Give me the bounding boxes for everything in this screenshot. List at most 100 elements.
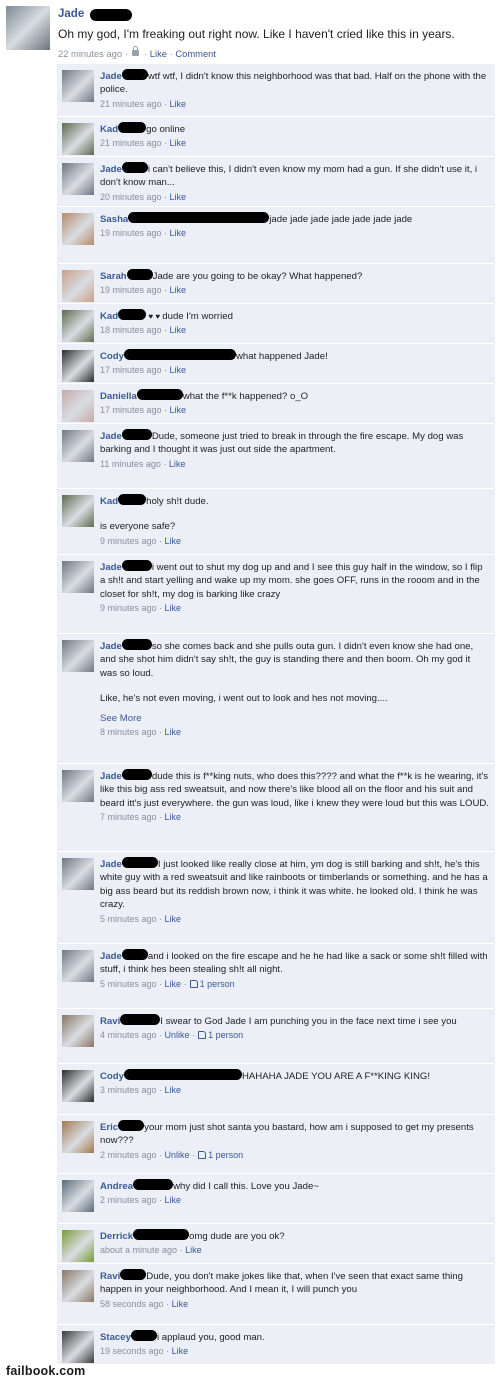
comment-author-name[interactable]: Stacey [100, 1332, 131, 1343]
avatar[interactable] [62, 770, 94, 802]
like-link[interactable]: Like [185, 1245, 202, 1255]
avatar[interactable] [62, 1270, 94, 1302]
comment-author-name[interactable]: Cody [100, 1071, 124, 1082]
like-link[interactable]: Like [170, 99, 187, 109]
comment-author-name[interactable]: Kad [100, 496, 118, 507]
comment-author-name[interactable]: Sarah [100, 271, 127, 282]
like-link[interactable]: Like [172, 1299, 189, 1309]
like-link[interactable]: Like [170, 405, 187, 415]
avatar[interactable] [6, 6, 50, 50]
comment-timestamp: 8 minutes ago [100, 727, 157, 738]
like-link[interactable]: Like [165, 536, 182, 546]
avatar[interactable] [62, 1121, 94, 1153]
comment-timestamp: 21 minutes ago [100, 138, 162, 149]
comment: Ravi I swear to God Jade I am punching yo… [57, 1008, 495, 1063]
see-more-link[interactable]: See More [100, 712, 490, 725]
comment-link[interactable]: Comment [175, 48, 216, 59]
comment-author-name[interactable]: Jade [100, 562, 122, 573]
avatar[interactable] [62, 213, 94, 245]
comment-body: Jade Dude, someone just tried to break in… [100, 429, 490, 471]
comment-author-name[interactable]: Jade [100, 859, 122, 870]
redaction-bar [121, 560, 152, 571]
post-meta: 22 minutes ago · · Like · Comment [58, 46, 216, 59]
like-link[interactable]: Like [170, 285, 187, 295]
comment: Eric your mom just shot santa you bastard… [57, 1114, 495, 1173]
comment-timestamp: 9 minutes ago [100, 603, 157, 614]
comment-body: Ravi I swear to God Jade I am punching yo… [100, 1014, 490, 1043]
avatar[interactable] [62, 70, 94, 102]
comment-text: go online [146, 124, 186, 135]
avatar[interactable] [62, 390, 94, 422]
like-link[interactable]: Like [172, 1346, 189, 1356]
privacy-lock-icon[interactable] [132, 46, 140, 56]
comment-author-name[interactable]: Jade [100, 951, 122, 962]
like-link[interactable]: Like [165, 727, 182, 737]
comment-author-name[interactable]: Daniella [100, 391, 137, 402]
comment-author-name[interactable]: Jade [100, 431, 122, 442]
like-link[interactable]: Like [170, 365, 187, 375]
avatar[interactable] [62, 858, 94, 890]
like-link[interactable]: Like [170, 192, 187, 202]
avatar[interactable] [62, 123, 94, 155]
like-link[interactable]: Like [170, 138, 187, 148]
like-link[interactable]: Like [170, 325, 187, 335]
comment: Jade dude this is f**king nuts, who does … [57, 763, 495, 851]
comment-text: i can't believe this, I didn't even know… [100, 164, 478, 189]
avatar[interactable] [62, 1230, 94, 1262]
like-link[interactable]: Like [150, 48, 167, 59]
comment-text: HAHAHA JADE YOU ARE A F**KING KING! [241, 1071, 431, 1082]
like-link[interactable]: Like [165, 914, 182, 924]
avatar[interactable] [62, 495, 94, 527]
comment: Sarah Jade are you going to be okay? What… [57, 263, 495, 303]
like-link[interactable]: Like [165, 1195, 182, 1205]
like-link[interactable]: Like [165, 979, 182, 989]
footer: failbook.com [0, 1364, 500, 1379]
like-count-link[interactable]: 1 person [200, 979, 235, 989]
like-link[interactable]: Like [170, 228, 187, 238]
comment-author-name[interactable]: Jade [100, 641, 122, 652]
avatar[interactable] [62, 640, 94, 672]
like-count-link[interactable]: 1 person [208, 1150, 243, 1160]
like-link[interactable]: Like [169, 459, 186, 469]
like-link[interactable]: Unlike [165, 1030, 190, 1040]
comment: Jade wtf wtf, I didn't know this neighbor… [57, 63, 495, 116]
like-count-link[interactable]: 1 person [208, 1030, 243, 1040]
comment-meta: 5 minutes ago · Like · 1 person [100, 978, 235, 989]
comment-author-name[interactable]: Jade [100, 771, 122, 782]
comment-author-name[interactable]: Sasha [100, 214, 128, 225]
comment-author-name[interactable]: Kad [100, 311, 118, 322]
avatar[interactable] [62, 1180, 94, 1212]
avatar[interactable] [62, 350, 94, 382]
comment-author-name[interactable]: Cody [100, 351, 124, 362]
comment-author-name[interactable]: Andrea [100, 1181, 133, 1192]
comment-author-name[interactable]: Eric [100, 1122, 118, 1133]
like-link[interactable]: Unlike [165, 1150, 190, 1160]
comment-author-name[interactable]: Ravi [100, 1271, 120, 1282]
avatar[interactable] [62, 163, 94, 195]
comment-author-name[interactable]: Derrick [100, 1231, 133, 1242]
like-link[interactable]: Like [165, 812, 182, 822]
avatar[interactable] [62, 1015, 94, 1047]
comment: Ravi Dude, you don't make jokes like that… [57, 1263, 495, 1324]
redaction-bar [120, 1269, 147, 1280]
comment-author-name[interactable]: Ravi [100, 1016, 120, 1027]
comment: Kad holy sh!t dude. is everyone safe? 9 min… [57, 488, 495, 554]
avatar[interactable] [62, 310, 94, 342]
comment-list: Jade wtf wtf, I didn't know this neighbor… [57, 63, 495, 1365]
comment-author-name[interactable]: Jade [100, 71, 122, 82]
like-link[interactable]: Like [165, 1085, 182, 1095]
redaction-bar [121, 949, 148, 960]
avatar[interactable] [62, 1070, 94, 1102]
redaction-bar [128, 212, 270, 223]
avatar[interactable] [62, 430, 94, 462]
avatar[interactable] [62, 1331, 94, 1363]
comment-author-name[interactable]: Kad [100, 124, 118, 135]
avatar[interactable] [62, 950, 94, 982]
avatar[interactable] [62, 270, 94, 302]
comment-author-name[interactable]: Jade [100, 164, 122, 175]
like-link[interactable]: Like [165, 603, 182, 613]
avatar[interactable] [62, 561, 94, 593]
site-brand: failbook.com [6, 1364, 86, 1378]
post-author-name[interactable]: Jade [58, 8, 84, 20]
comment-text: your mom just shot santa you bastard, ho… [100, 1122, 474, 1147]
